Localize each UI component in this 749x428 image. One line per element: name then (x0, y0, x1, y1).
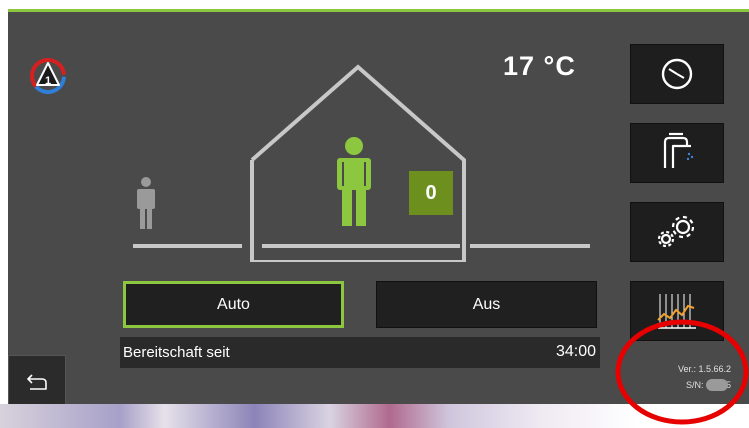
hot-water-button[interactable] (630, 123, 724, 183)
back-arrow-icon (27, 374, 47, 390)
off-mode-button[interactable]: Aus (376, 281, 597, 328)
chart-button[interactable] (630, 281, 724, 341)
background-strip (0, 404, 749, 428)
status-bar: Bereitschaft seit 34:00 (120, 337, 600, 368)
version-text: Ver.: 1.5.66.2 (678, 364, 732, 374)
serial-redaction (706, 379, 728, 391)
faucet-icon (663, 132, 694, 168)
off-mode-label: Aus (472, 295, 501, 313)
auto-mode-button[interactable]: Auto (123, 281, 344, 328)
controller-screen: 1 17 °C 0 Auto Aus Bereitschaft seit 34:… (8, 12, 749, 406)
occupancy-counter: 0 (409, 171, 453, 215)
clock-button[interactable] (630, 44, 724, 104)
status-time: 34:00 (555, 343, 596, 360)
back-button[interactable] (8, 355, 66, 406)
settings-button[interactable] (630, 202, 724, 262)
auto-mode-label: Auto (217, 295, 250, 313)
clock-icon (661, 58, 693, 90)
status-label: Bereitschaft seit (123, 344, 230, 361)
chart-icon (657, 294, 696, 329)
person-inside-icon (337, 137, 371, 226)
person-outside-icon (137, 177, 155, 229)
gears-icon (657, 215, 695, 248)
house-illustration (133, 64, 590, 262)
